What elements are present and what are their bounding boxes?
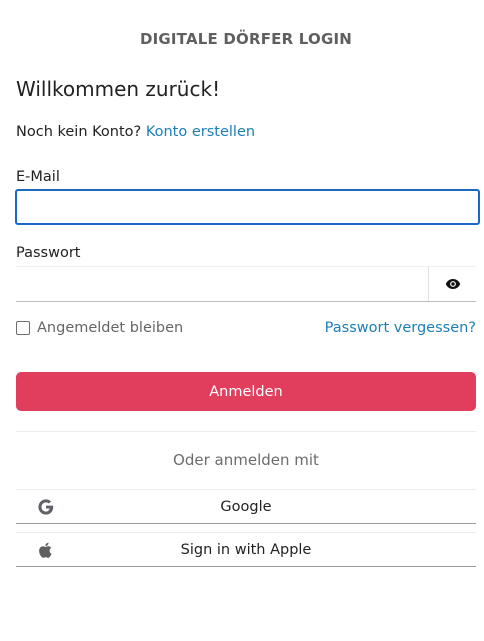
- signup-prompt-line: Noch kein Konto? Konto erstellen: [16, 124, 255, 140]
- create-account-link[interactable]: Konto erstellen: [146, 124, 255, 140]
- password-label: Passwort: [16, 245, 81, 261]
- password-field-group: [16, 266, 476, 302]
- remember-me: Angemeldet bleiben: [16, 320, 183, 336]
- signup-prompt: Noch kein Konto?: [16, 124, 142, 140]
- login-button[interactable]: Anmelden: [16, 372, 476, 411]
- email-field[interactable]: [15, 189, 480, 225]
- welcome-heading: Willkommen zurück!: [16, 77, 221, 101]
- apple-login-label: Sign in with Apple: [180, 541, 312, 558]
- password-field[interactable]: [16, 267, 434, 301]
- apple-login-button[interactable]: Sign in with Apple: [16, 532, 476, 567]
- google-icon: [38, 499, 54, 515]
- google-login-button[interactable]: Google: [16, 489, 476, 524]
- alternative-login-heading: Oder anmelden mit: [173, 451, 319, 469]
- email-label: E-Mail: [16, 169, 60, 185]
- remember-me-label: Angemeldet bleiben: [37, 320, 184, 336]
- forgot-password-link[interactable]: Passwort vergessen?: [325, 320, 476, 336]
- toggle-password-visibility-button[interactable]: [428, 267, 476, 301]
- eye-icon: [445, 279, 460, 289]
- divider: [16, 431, 476, 432]
- google-login-label: Google: [220, 498, 272, 515]
- remember-me-checkbox[interactable]: [16, 321, 30, 335]
- apple-icon: [39, 542, 52, 558]
- page-title: DIGITALE DÖRFER LOGIN: [139, 30, 353, 48]
